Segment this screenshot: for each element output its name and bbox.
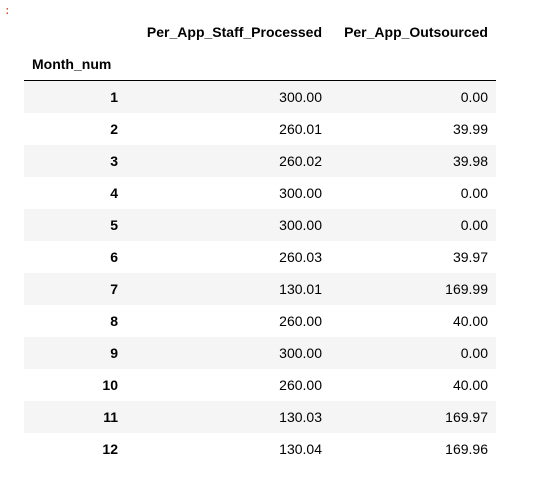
index-name-spacer xyxy=(330,48,496,81)
cell-staff-processed: 260.02 xyxy=(279,152,322,169)
row-index: 4 xyxy=(110,184,118,201)
cell-outsourced: 0.00 xyxy=(460,344,488,361)
cell-output-marker: : xyxy=(4,6,11,18)
cell-staff-processed: 260.01 xyxy=(279,120,322,137)
dataframe-output: Per_App_Staff_Processed Per_App_Outsourc… xyxy=(24,16,496,465)
cell-outsourced: 169.99 xyxy=(445,280,488,297)
row-index: 12 xyxy=(102,440,118,457)
row-index: 11 xyxy=(103,408,118,425)
row-index: 8 xyxy=(110,312,118,329)
cell-outsourced: 0.00 xyxy=(460,216,488,233)
row-index: 7 xyxy=(110,280,118,297)
table-row: 5 300.00 0.00 xyxy=(24,208,496,241)
column-header-row: Per_App_Staff_Processed Per_App_Outsourc… xyxy=(24,16,496,48)
cell-staff-processed: 130.03 xyxy=(279,408,322,425)
cell-outsourced: 169.96 xyxy=(445,440,488,457)
row-index: 2 xyxy=(110,120,118,137)
cell-staff-processed: 130.01 xyxy=(279,280,322,297)
column-header-staff-processed: Per_App_Staff_Processed xyxy=(146,24,322,40)
table-row: 1 300.00 0.00 xyxy=(24,80,496,113)
row-index: 3 xyxy=(110,152,118,169)
table-body: 1 300.00 0.00 2 260.01 39.99 3 260.02 39.98 4 300.… xyxy=(24,80,496,465)
index-header-blank xyxy=(24,16,126,48)
cell-outsourced: 169.97 xyxy=(445,408,488,425)
dataframe-table: Per_App_Staff_Processed Per_App_Outsourc… xyxy=(24,16,496,465)
table-row: 11 130.03 169.97 xyxy=(24,400,496,433)
table-row: 12 130.04 169.96 xyxy=(24,433,496,465)
cell-staff-processed: 300.00 xyxy=(279,216,322,233)
table-row: 3 260.02 39.98 xyxy=(24,144,496,177)
table-row: 8 260.00 40.00 xyxy=(24,305,496,337)
table-row: 9 300.00 0.00 xyxy=(24,336,496,369)
table-row: 4 300.00 0.00 xyxy=(24,177,496,209)
cell-staff-processed: 260.03 xyxy=(279,248,322,265)
row-index: 6 xyxy=(110,248,118,265)
cell-outsourced: 39.99 xyxy=(452,120,488,137)
cell-outsourced: 40.00 xyxy=(452,312,488,329)
table-header: Per_App_Staff_Processed Per_App_Outsourc… xyxy=(24,16,496,81)
table-row: 2 260.01 39.99 xyxy=(24,113,496,145)
index-name-header: Month_num xyxy=(24,48,126,81)
cell-outsourced: 0.00 xyxy=(460,88,488,105)
cell-staff-processed: 260.00 xyxy=(279,312,322,329)
cell-staff-processed: 300.00 xyxy=(279,344,322,361)
table-row: 10 260.00 40.00 xyxy=(24,369,496,401)
index-name-spacer xyxy=(126,48,330,81)
cell-staff-processed: 130.04 xyxy=(279,440,322,457)
index-name-row: Month_num xyxy=(24,48,496,81)
cell-outsourced: 39.98 xyxy=(452,152,488,169)
column-header-outsourced: Per_App_Outsourced xyxy=(344,24,488,40)
cell-staff-processed: 300.00 xyxy=(279,88,322,105)
row-index: 10 xyxy=(102,376,118,393)
cell-staff-processed: 260.00 xyxy=(279,376,322,393)
row-index: 1 xyxy=(110,88,118,105)
cell-outsourced: 39.97 xyxy=(452,248,488,265)
row-index: 9 xyxy=(110,344,118,361)
cell-outsourced: 0.00 xyxy=(460,184,488,201)
table-row: 7 130.01 169.99 xyxy=(24,272,496,305)
cell-outsourced: 40.00 xyxy=(452,376,488,393)
cell-staff-processed: 300.00 xyxy=(279,184,322,201)
table-row: 6 260.03 39.97 xyxy=(24,241,496,273)
row-index: 5 xyxy=(110,216,118,233)
